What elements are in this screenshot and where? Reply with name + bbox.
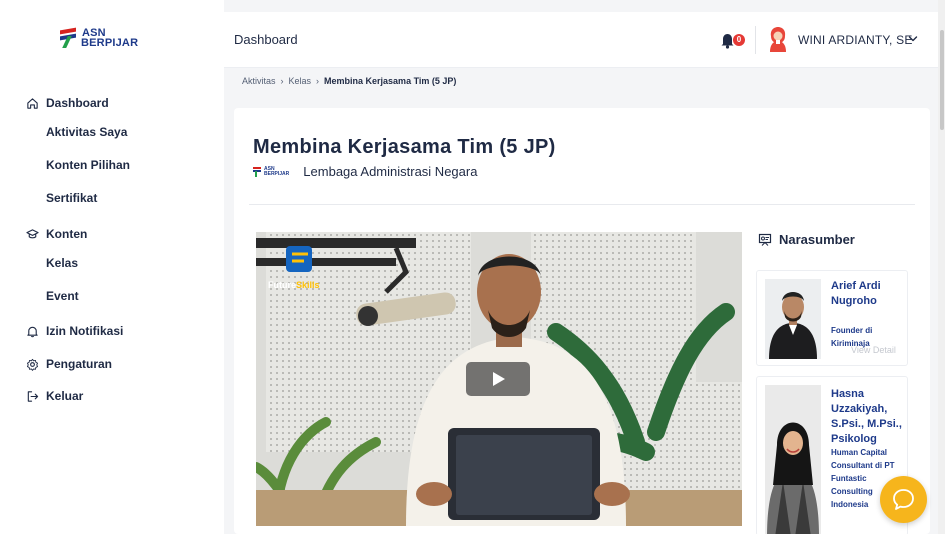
gear-icon bbox=[27, 358, 38, 371]
sidebar-item-aktivitas-saya[interactable]: Aktivitas Saya bbox=[46, 125, 127, 139]
card-divider bbox=[249, 204, 915, 205]
organization-logo: ASN BERPIJAR bbox=[253, 166, 289, 177]
sidebar-section-label: Keluar bbox=[46, 389, 84, 403]
breadcrumb-kelas[interactable]: Kelas bbox=[289, 76, 312, 86]
home-icon bbox=[27, 97, 38, 109]
video-player[interactable]: FutureSkills bbox=[256, 232, 742, 526]
sidebar-section-label: Konten bbox=[46, 227, 88, 241]
speaker-photo bbox=[765, 385, 821, 534]
sidebar-section-dashboard[interactable]: Dashboard bbox=[26, 96, 109, 110]
sidebar-section-label: Izin Notifikasi bbox=[46, 324, 124, 338]
logo-line-2: BERPIJAR bbox=[81, 37, 139, 49]
organization-name: Lembaga Administrasi Negara bbox=[303, 164, 478, 179]
sidebar-section-label: Dashboard bbox=[46, 96, 109, 110]
user-avatar[interactable] bbox=[767, 26, 789, 52]
page-title: Dashboard bbox=[234, 32, 298, 47]
chat-bubble-icon bbox=[893, 489, 914, 510]
breadcrumb-aktivitas[interactable]: Aktivitas bbox=[242, 76, 276, 86]
breadcrumb-separator-icon: › bbox=[280, 76, 284, 86]
breadcrumb-current: Membina Kerjasama Tim (5 JP) bbox=[324, 76, 457, 86]
narasumber-heading-label: Narasumber bbox=[779, 232, 855, 247]
bell-icon bbox=[27, 326, 38, 337]
video-brand-part-1: Future bbox=[268, 280, 296, 290]
sidebar-section-label: Pengaturan bbox=[46, 357, 113, 371]
sidebar-item-konten-pilihan[interactable]: Konten Pilihan bbox=[46, 158, 130, 172]
speaker-card[interactable]: Arief Ardi Nugroho Founder di Kiriminaja… bbox=[756, 270, 908, 366]
logo-mark-icon bbox=[60, 27, 78, 49]
video-brand-text: FutureSkills bbox=[268, 280, 320, 290]
sidebar-item-kelas[interactable]: Kelas bbox=[46, 256, 78, 270]
sidebar-section-konten[interactable]: Konten bbox=[26, 227, 87, 241]
narasumber-heading: Narasumber bbox=[758, 232, 855, 247]
sidebar-item-sertifikat[interactable]: Sertifikat bbox=[46, 191, 97, 205]
page-scrollbar-thumb[interactable] bbox=[940, 30, 944, 130]
chevron-down-icon[interactable] bbox=[908, 33, 918, 45]
speaker-photo bbox=[765, 279, 821, 359]
user-name[interactable]: WINI ARDIANTY, SE bbox=[798, 33, 913, 47]
sidebar-item-event[interactable]: Event bbox=[46, 289, 79, 303]
view-detail-link[interactable]: View Detail bbox=[851, 345, 896, 355]
video-play-button[interactable] bbox=[466, 362, 530, 396]
org-logo-line-2: BERPIJAR bbox=[264, 170, 290, 177]
breadcrumb-separator-icon: › bbox=[316, 76, 320, 86]
video-brand-part-2: Skills bbox=[296, 280, 320, 290]
sidebar-section-izin-notifikasi[interactable]: Izin Notifikasi bbox=[26, 324, 123, 338]
asn-berpijar-logo[interactable]: ASN BERPIJAR bbox=[60, 27, 138, 49]
speaker-board-icon bbox=[758, 233, 772, 246]
org-logo-mark-icon bbox=[253, 166, 262, 177]
chat-support-button[interactable] bbox=[880, 476, 927, 523]
course-title: Membina Kerjasama Tim (5 JP) bbox=[253, 136, 556, 158]
course-organization: ASN BERPIJAR Lembaga Administrasi Negara bbox=[253, 164, 477, 179]
notification-count-badge: 0 bbox=[733, 34, 745, 46]
sidebar-section-keluar[interactable]: Keluar bbox=[26, 389, 83, 403]
course-card: Membina Kerjasama Tim (5 JP) ASN BERPIJA… bbox=[234, 108, 930, 534]
speaker-name: Hasna Uzzakiyah, S.Psi., M.Psi., Psikolo… bbox=[831, 388, 902, 445]
graduation-cap-icon bbox=[26, 228, 39, 238]
sidebar: ASN BERPIJAR Dashboard Aktivitas Saya Ko… bbox=[0, 0, 224, 534]
speaker-name: Arief Ardi Nugroho bbox=[831, 280, 881, 307]
sidebar-section-pengaturan[interactable]: Pengaturan bbox=[26, 357, 112, 371]
logout-icon bbox=[27, 390, 39, 402]
header-divider bbox=[755, 26, 756, 54]
breadcrumb: Aktivitas › Kelas › Membina Kerjasama Ti… bbox=[242, 76, 456, 86]
top-header: Dashboard 0 WINI ARDIANTY, SE bbox=[224, 12, 938, 68]
